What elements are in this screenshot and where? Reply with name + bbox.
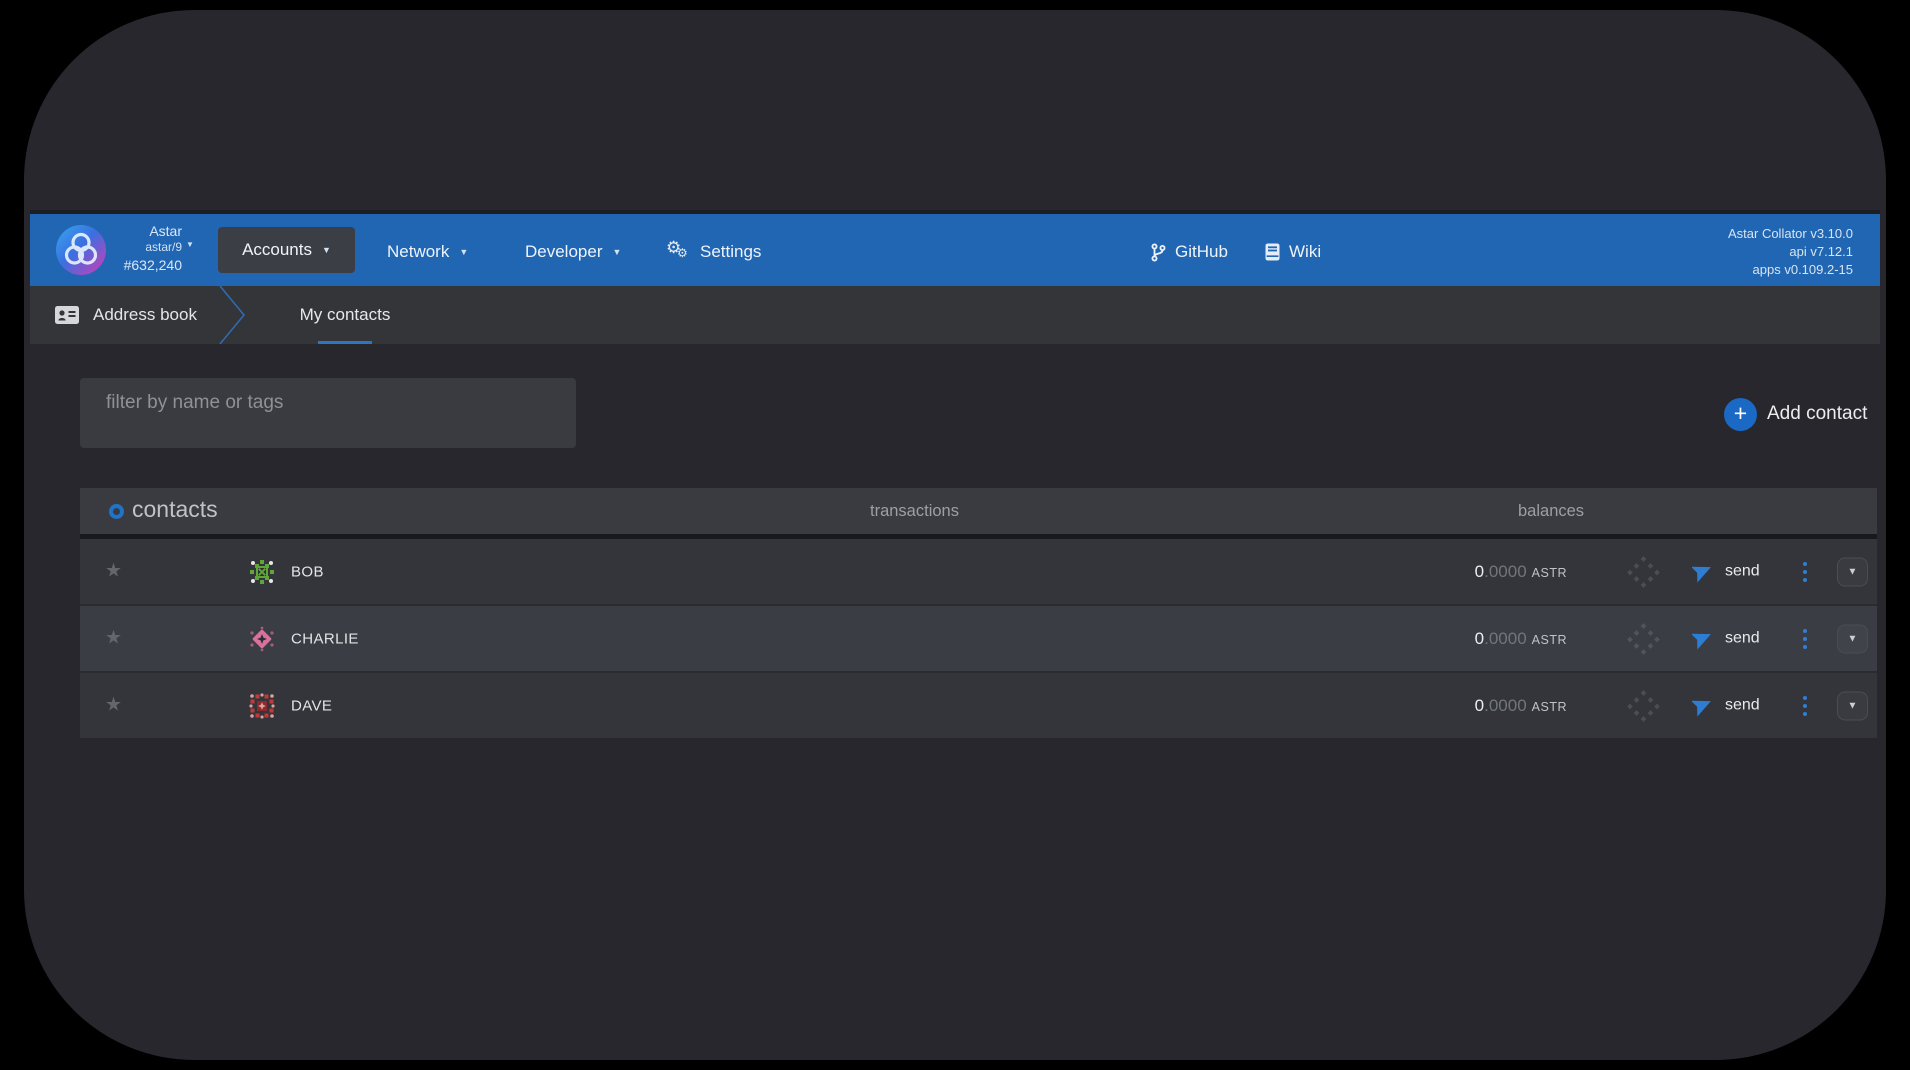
- contact-identicon[interactable]: [249, 693, 275, 719]
- row-menu-button[interactable]: [1803, 562, 1807, 582]
- nav-settings[interactable]: ⚙⚙ Settings: [666, 214, 761, 290]
- row-menu-button[interactable]: [1803, 696, 1807, 716]
- apps-version: apps v0.109.2-15: [1728, 261, 1853, 279]
- chain-block-number: #632,240: [70, 256, 182, 274]
- favorite-star-icon[interactable]: ★: [105, 693, 122, 716]
- nav-developer[interactable]: Developer ▼: [525, 214, 621, 290]
- chain-selector[interactable]: Astar astar/9 #632,240: [70, 222, 182, 274]
- table-row-bob: ★ BOB 0.0000ASTR: [80, 539, 1877, 604]
- column-balances: balances: [1518, 502, 1584, 521]
- contact-name: CHARLIE: [291, 630, 359, 647]
- tab-my-contacts-label: My contacts: [300, 305, 391, 325]
- contact-name: BOB: [291, 563, 324, 580]
- chain-caret-icon: ▼: [186, 240, 194, 249]
- contact-balance: 0.0000ASTR: [1475, 562, 1567, 582]
- paper-plane-icon: [1692, 695, 1713, 716]
- breadcrumb-address-book[interactable]: Address book: [55, 286, 197, 344]
- nav-accounts[interactable]: Accounts ▼: [218, 227, 355, 273]
- table-header: contacts transactions balances: [80, 488, 1877, 534]
- contact-balance: 0.0000ASTR: [1475, 696, 1567, 716]
- row-dropdown-button[interactable]: ▼: [1837, 557, 1868, 586]
- chevron-down-icon: ▼: [613, 247, 622, 257]
- wiki-link[interactable]: Wiki: [1265, 214, 1321, 290]
- tab-my-contacts[interactable]: My contacts: [282, 286, 408, 344]
- send-button[interactable]: send: [1692, 628, 1760, 649]
- tab-bar: Address book My contacts: [30, 286, 1880, 344]
- chevron-down-icon: ▼: [322, 245, 331, 255]
- version-info: Astar Collator v3.10.0 api v7.12.1 apps …: [1728, 225, 1853, 279]
- chevron-divider-icon: [218, 286, 248, 344]
- column-transactions: transactions: [870, 502, 959, 521]
- api-version: api v7.12.1: [1728, 243, 1853, 261]
- contacts-table: contacts transactions balances ★ BOB 0.0…: [80, 488, 1877, 738]
- nav-developer-label: Developer: [525, 242, 603, 262]
- plus-icon: +: [1724, 398, 1757, 431]
- settings-gears-icon: ⚙⚙: [666, 240, 692, 264]
- nav-settings-label: Settings: [700, 242, 761, 262]
- row-dropdown-button[interactable]: ▼: [1837, 624, 1868, 653]
- chain-spec: astar/9: [70, 240, 182, 256]
- contact-name: DAVE: [291, 697, 332, 714]
- chevron-down-icon: ▼: [459, 247, 468, 257]
- node-version: Astar Collator v3.10.0: [1728, 225, 1853, 243]
- table-row-charlie: ★ CHARLIE 0.0000ASTR send: [80, 604, 1877, 671]
- breadcrumb-label: Address book: [93, 305, 197, 325]
- screen: Astar astar/9 #632,240 ▼ Accounts ▼ Netw…: [0, 0, 1910, 1070]
- top-nav-bar: Astar astar/9 #632,240 ▼ Accounts ▼ Netw…: [30, 210, 1880, 286]
- chain-name: Astar: [70, 222, 182, 240]
- table-title: contacts: [132, 496, 218, 523]
- contact-balance: 0.0000ASTR: [1475, 629, 1567, 649]
- filter-input[interactable]: [106, 388, 546, 418]
- favorite-star-icon[interactable]: ★: [105, 559, 122, 582]
- favorite-star-icon[interactable]: ★: [105, 626, 122, 649]
- wiki-label: Wiki: [1289, 242, 1321, 262]
- nav-accounts-label: Accounts: [242, 240, 312, 260]
- book-icon: [1265, 243, 1280, 261]
- git-branch-icon: [1151, 243, 1166, 262]
- row-dropdown-button[interactable]: ▼: [1837, 691, 1868, 720]
- contact-identicon[interactable]: [249, 626, 275, 652]
- paper-plane-icon: [1692, 628, 1713, 649]
- expander-dots-icon: [1626, 554, 1662, 590]
- nav-network[interactable]: Network ▼: [387, 214, 468, 290]
- contacts-dot-icon: [109, 504, 124, 519]
- expander-dots-icon: [1626, 621, 1662, 657]
- nav-network-label: Network: [387, 242, 449, 262]
- table-row-dave: ★ DAVE 0.0000ASTR s: [80, 671, 1877, 738]
- send-button[interactable]: send: [1692, 695, 1760, 716]
- row-menu-button[interactable]: [1803, 629, 1807, 649]
- send-button[interactable]: send: [1692, 561, 1760, 582]
- filter-box: [80, 378, 576, 448]
- github-link[interactable]: GitHub: [1151, 214, 1228, 290]
- github-label: GitHub: [1175, 242, 1228, 262]
- paper-plane-icon: [1692, 561, 1713, 582]
- active-tab-underline: [318, 341, 372, 344]
- app-window: Astar astar/9 #632,240 ▼ Accounts ▼ Netw…: [24, 10, 1886, 1060]
- expander-dots-icon: [1626, 688, 1662, 724]
- add-contact-label: Add contact: [1767, 403, 1867, 425]
- contact-identicon[interactable]: [249, 559, 275, 585]
- address-card-icon: [55, 306, 79, 324]
- add-contact-button[interactable]: + Add contact: [1724, 395, 1867, 433]
